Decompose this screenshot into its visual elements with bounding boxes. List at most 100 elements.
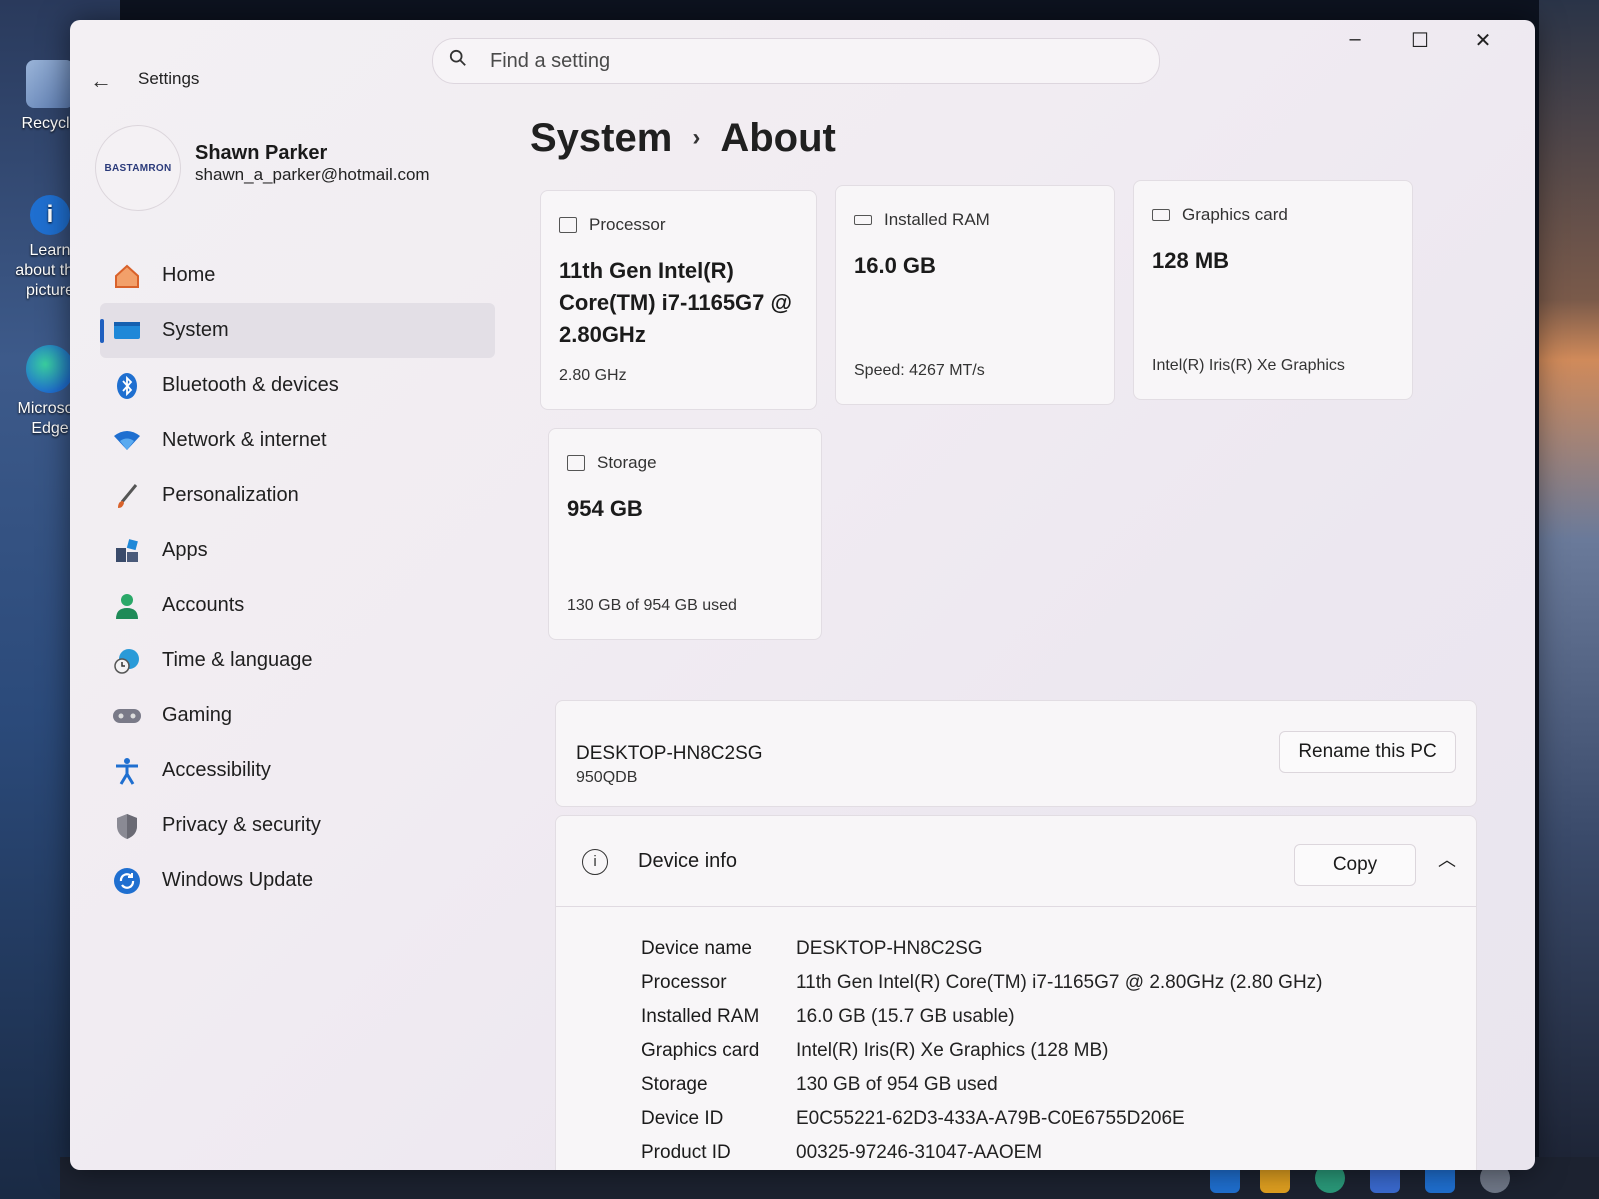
spec-key: Device ID — [641, 1108, 724, 1129]
edge-icon — [26, 345, 74, 393]
breadcrumb-separator: › — [692, 124, 701, 151]
spec-key: Storage — [641, 1074, 708, 1095]
spec-value[interactable]: E0C55221-62D3-433A-A79B-C0E6755D206E — [796, 1108, 1185, 1130]
page-title: About — [720, 116, 836, 160]
copy-button[interactable]: Copy — [1294, 844, 1416, 886]
device-info-header[interactable]: i Device info Copy ︿ — [556, 816, 1476, 907]
spec-key: Device name — [641, 938, 752, 959]
spec-key: Processor — [641, 972, 727, 993]
globe-clock-icon — [112, 646, 142, 676]
ram-card: Installed RAM 16.0 GB Speed: 4267 MT/s — [835, 185, 1115, 405]
sidebar-item-label: Personalization — [162, 484, 299, 506]
sidebar-item-label: Accessibility — [162, 759, 271, 781]
system-icon — [112, 316, 142, 346]
spec-value[interactable]: 00325-97246-31047-AAOEM — [796, 1142, 1042, 1164]
recycle-bin-icon — [26, 60, 74, 108]
sidebar-item-network[interactable]: Network & internet — [100, 413, 495, 468]
processor-label: Processor — [589, 215, 666, 234]
graphics-card: Graphics card 128 MB Intel(R) Iris(R) Xe… — [1133, 180, 1413, 400]
minimize-icon[interactable]: – — [1340, 28, 1370, 51]
pc-name-card: DESKTOP-HN8C2SG 950QDB Rename this PC — [555, 700, 1477, 807]
search-box[interactable] — [432, 38, 1160, 84]
storage-icon — [567, 455, 585, 471]
chevron-up-icon[interactable]: ︿ — [1438, 846, 1456, 872]
storage-label: Storage — [597, 453, 657, 472]
sidebar-item-accessibility[interactable]: Accessibility — [100, 743, 495, 798]
pc-model: 950QDB — [576, 769, 638, 786]
update-icon — [112, 866, 142, 896]
ram-speed: Speed: 4267 MT/s — [854, 362, 985, 379]
sidebar-item-system[interactable]: System — [100, 303, 495, 358]
search-icon — [449, 49, 466, 66]
title-bar: ← Settings – ☐ ✕ — [70, 20, 1535, 120]
brush-icon — [112, 481, 142, 511]
desktop-wallpaper-edge — [1539, 0, 1599, 1199]
sidebar-item-home[interactable]: Home — [100, 248, 495, 303]
sidebar-item-gaming[interactable]: Gaming — [100, 688, 495, 743]
graphics-value: 128 MB — [1152, 248, 1230, 273]
avatar[interactable]: BASTAMRON — [95, 125, 181, 211]
wifi-icon — [112, 426, 142, 456]
processor-card: Processor 11th Gen Intel(R) Core(TM) i7-… — [540, 190, 817, 410]
sidebar-item-bluetooth[interactable]: Bluetooth & devices — [100, 358, 495, 413]
storage-used: 130 GB of 954 GB used — [567, 597, 737, 614]
graphics-name: Intel(R) Iris(R) Xe Graphics — [1152, 357, 1345, 374]
gamepad-icon — [112, 701, 142, 731]
search-input[interactable] — [488, 43, 1132, 79]
processor-speed: 2.80 GHz — [559, 367, 627, 384]
sidebar-item-label: Bluetooth & devices — [162, 374, 339, 396]
sidebar-item-label: Network & internet — [162, 429, 327, 451]
graphics-label: Graphics card — [1182, 205, 1288, 224]
device-info-title: Device info — [638, 850, 737, 872]
user-name: Shawn Parker — [195, 142, 328, 164]
close-icon[interactable]: ✕ — [1468, 28, 1498, 53]
spec-value[interactable]: DESKTOP-HN8C2SG — [796, 938, 983, 960]
accounts-icon — [112, 591, 142, 621]
processor-icon — [559, 217, 577, 233]
ram-icon — [854, 215, 872, 225]
shield-icon — [112, 811, 142, 841]
rename-pc-button[interactable]: Rename this PC — [1279, 731, 1456, 773]
info-icon: i — [30, 195, 70, 235]
bluetooth-icon — [112, 371, 142, 401]
sidebar-item-label: Windows Update — [162, 869, 314, 891]
breadcrumb-parent[interactable]: System — [530, 116, 672, 160]
sidebar-item-label: Gaming — [162, 704, 233, 726]
sidebar-item-accounts[interactable]: Accounts — [100, 578, 495, 633]
back-arrow-icon[interactable]: ← — [90, 68, 112, 94]
accessibility-icon — [112, 756, 142, 786]
spec-value[interactable]: 16.0 GB (15.7 GB usable) — [796, 1006, 1015, 1028]
sidebar-item-label: Home — [162, 264, 216, 286]
sidebar-item-label: System — [162, 319, 229, 341]
sidebar-item-privacy[interactable]: Privacy & security — [100, 798, 495, 853]
sidebar-item-label: Apps — [162, 539, 208, 561]
sidebar-item-windows-update[interactable]: Windows Update — [100, 853, 495, 908]
device-info-panel: i Device info Copy ︿ Device name DESKTOP… — [555, 815, 1477, 1170]
info-icon: i — [582, 849, 608, 875]
ram-label: Installed RAM — [884, 210, 990, 229]
graphics-card-icon — [1152, 209, 1170, 221]
sidebar-item-time-language[interactable]: Time & language — [100, 633, 495, 688]
sidebar-item-label: Accounts — [162, 594, 245, 616]
app-title: Settings — [138, 69, 200, 88]
sidebar-nav: Home System Bluetooth & devices Network … — [100, 248, 495, 908]
spec-value[interactable]: 11th Gen Intel(R) Core(TM) i7-1165G7 @ 2… — [796, 972, 1323, 994]
home-icon — [112, 261, 142, 291]
spec-value[interactable]: Intel(R) Iris(R) Xe Graphics (128 MB) — [796, 1040, 1109, 1062]
ram-value: 16.0 GB — [854, 253, 936, 278]
spec-key: Graphics card — [641, 1040, 760, 1061]
spec-key: Product ID — [641, 1142, 731, 1163]
avatar-text: BASTAMRON — [104, 162, 172, 174]
processor-value: 11th Gen Intel(R) Core(TM) i7-1165G7 @ 2… — [559, 258, 792, 347]
sidebar-item-personalization[interactable]: Personalization — [100, 468, 495, 523]
breadcrumb: System › About — [530, 116, 836, 161]
pc-name: DESKTOP-HN8C2SG — [576, 743, 763, 764]
apps-icon — [112, 536, 142, 566]
sidebar-item-apps[interactable]: Apps — [100, 523, 495, 578]
user-email: shawn_a_parker@hotmail.com — [195, 165, 430, 184]
sidebar-item-label: Privacy & security — [162, 814, 321, 836]
storage-value: 954 GB — [567, 496, 643, 521]
storage-card: Storage 954 GB 130 GB of 954 GB used — [548, 428, 822, 640]
maximize-icon[interactable]: ☐ — [1405, 28, 1435, 53]
spec-value[interactable]: 130 GB of 954 GB used — [796, 1074, 998, 1096]
